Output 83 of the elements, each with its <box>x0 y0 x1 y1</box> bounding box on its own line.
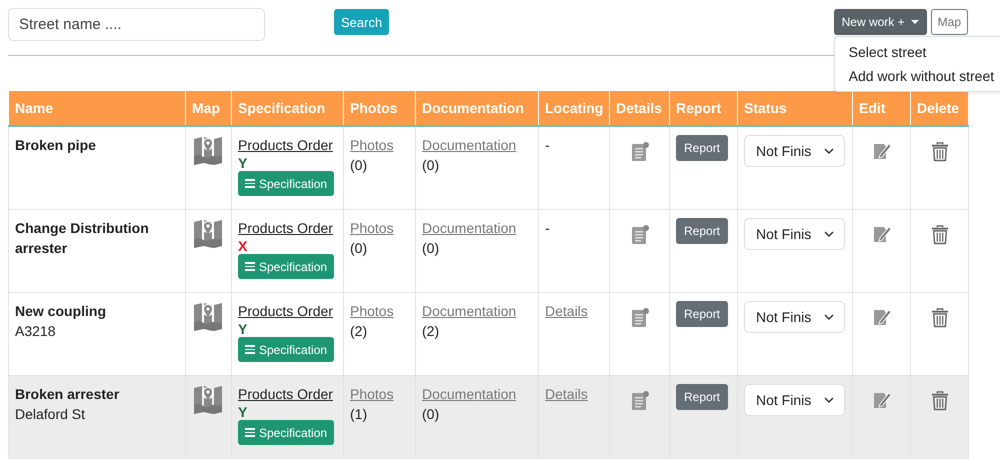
order-status: X <box>238 238 248 254</box>
chevron-icon <box>824 314 834 320</box>
locating-value: - <box>545 137 550 153</box>
map-pin-icon[interactable] <box>192 218 224 250</box>
status-select[interactable]: Not Finis <box>744 384 845 416</box>
trash-icon[interactable] <box>930 141 948 162</box>
edit-icon[interactable] <box>872 141 892 161</box>
column-header: Locating <box>538 91 610 126</box>
map-pin-icon[interactable] <box>192 135 224 167</box>
column-header: Specification <box>232 91 344 126</box>
map-pin-icon[interactable] <box>192 301 224 333</box>
menu-item[interactable]: Add work without street <box>834 64 1000 88</box>
order-status: Y <box>238 321 248 337</box>
status-select[interactable]: Not Finis <box>744 301 845 333</box>
specification-button[interactable]: Specification <box>238 171 334 196</box>
chevron-icon <box>824 231 834 237</box>
documentation-link[interactable]: Documentation <box>422 301 516 321</box>
documentation-link[interactable]: Documentation <box>422 384 516 404</box>
menu-item[interactable]: Select street <box>834 40 1000 64</box>
column-header: Photos <box>344 91 416 126</box>
locating-value: - <box>545 220 550 236</box>
document-count: (0) <box>422 156 440 175</box>
products-order-link[interactable]: Products Order <box>238 135 333 155</box>
specification-button[interactable]: Specification <box>238 254 334 279</box>
documentation-link[interactable]: Documentation <box>422 218 516 238</box>
column-header: Details <box>610 91 670 126</box>
photo-count: (0) <box>350 156 368 175</box>
work-name: Broken arrester <box>15 385 120 404</box>
report-button[interactable]: Report <box>676 301 728 327</box>
photos-link[interactable]: Photos <box>350 218 394 238</box>
column-header: Report <box>670 91 738 126</box>
document-icon[interactable] <box>630 224 650 246</box>
photo-count: (1) <box>350 405 368 424</box>
locating-link[interactable]: Details <box>545 301 588 321</box>
photo-count: (0) <box>350 239 368 258</box>
chevron-icon <box>824 148 834 154</box>
document-count: (0) <box>422 239 440 258</box>
documentation-link[interactable]: Documentation <box>422 135 516 155</box>
edit-icon[interactable] <box>872 390 892 410</box>
products-order-link[interactable]: Products Order <box>238 301 333 321</box>
work-name: Change Distribution arrester <box>15 219 150 258</box>
column-header: Name <box>8 91 186 126</box>
photos-link[interactable]: Photos <box>350 135 394 155</box>
search-button[interactable]: Search <box>334 9 390 35</box>
column-header: Delete <box>910 91 968 126</box>
document-count: (2) <box>422 322 440 341</box>
document-icon[interactable] <box>630 390 650 412</box>
trash-icon[interactable] <box>930 390 948 411</box>
specification-button[interactable]: Specification <box>238 337 334 362</box>
document-icon[interactable] <box>630 307 650 329</box>
status-select[interactable]: Not Finis <box>744 218 845 250</box>
column-header: Status <box>738 91 852 126</box>
column-header: Edit <box>852 91 910 126</box>
column-header: Documentation <box>416 91 538 126</box>
street-name: A3218 <box>15 322 56 341</box>
document-count: (0) <box>422 405 440 424</box>
status-select[interactable]: Not Finis <box>744 135 845 167</box>
products-order-link[interactable]: Products Order <box>238 218 333 238</box>
edit-icon[interactable] <box>872 307 892 327</box>
map-pin-icon[interactable] <box>192 384 224 416</box>
work-name: New coupling <box>15 302 107 321</box>
report-button[interactable]: Report <box>676 384 728 410</box>
trash-icon[interactable] <box>930 224 948 245</box>
trash-icon[interactable] <box>930 307 948 328</box>
locating-link[interactable]: Details <box>545 384 588 404</box>
report-button[interactable]: Report <box>676 135 728 161</box>
edit-icon[interactable] <box>872 224 892 244</box>
photos-link[interactable]: Photos <box>350 301 394 321</box>
photo-count: (2) <box>350 322 368 341</box>
column-header: Map <box>186 91 232 126</box>
specification-button[interactable]: Specification <box>238 420 334 445</box>
chevron-icon <box>824 397 834 403</box>
report-button[interactable]: Report <box>676 218 728 244</box>
street-name: Delaford St <box>15 405 86 424</box>
work-name: Broken pipe <box>15 136 97 155</box>
photos-link[interactable]: Photos <box>350 384 394 404</box>
order-status: Y <box>238 155 248 171</box>
document-icon[interactable] <box>630 141 650 163</box>
new-work-button[interactable]: New work + <box>834 9 927 35</box>
map-button[interactable]: Map <box>930 9 968 35</box>
order-status: Y <box>238 404 248 420</box>
search-field[interactable]: Street name .... <box>8 8 265 41</box>
products-order-link[interactable]: Products Order <box>238 384 333 404</box>
